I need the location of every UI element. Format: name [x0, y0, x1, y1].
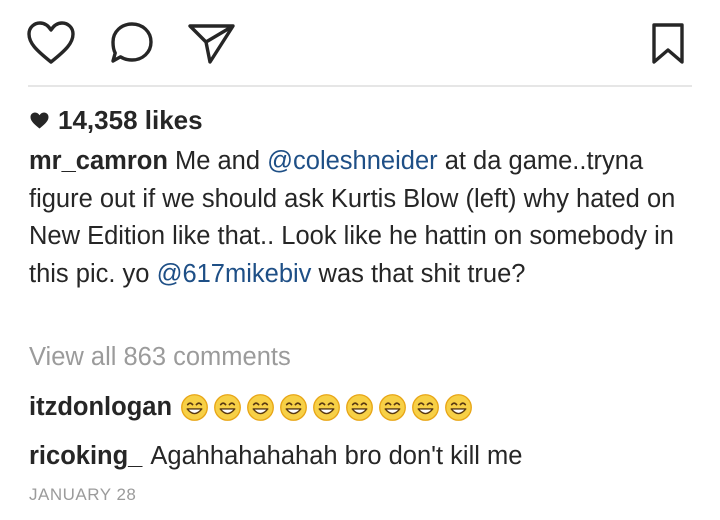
comment-username[interactable]: ricoking_ [29, 439, 142, 473]
grinning-face-emoji-icon [214, 393, 241, 421]
like-button[interactable] [26, 20, 76, 66]
grinning-face-emoji-icon [247, 393, 274, 421]
section-divider [28, 85, 692, 87]
heart-outline-icon [27, 21, 75, 64]
grinning-face-emoji-icon [346, 393, 373, 421]
post-caption: mr_camron Me and @coleshneider at da gam… [29, 143, 699, 293]
comment-button[interactable] [108, 20, 156, 66]
likes-count[interactable]: 14,358 likes [30, 100, 203, 140]
comment-emoji-row [180, 393, 477, 422]
share-button[interactable] [186, 20, 238, 66]
heart-filled-icon [30, 112, 49, 128]
caption-username[interactable]: mr_camron [29, 147, 168, 175]
grinning-face-emoji-icon [412, 393, 439, 421]
mention-link[interactable]: @617mikebiv [157, 260, 312, 288]
grinning-face-emoji-icon [445, 393, 472, 421]
bookmark-icon [652, 23, 684, 64]
post-date: JANUARY 28 [29, 485, 137, 504]
comment-item: ricoking_ Agahhahahahah bro don't kill m… [29, 439, 522, 473]
grinning-face-emoji-icon [181, 393, 208, 421]
likes-label: 14,358 likes [58, 104, 203, 135]
caption-text: was that shit true? [311, 259, 526, 288]
comment-item: itzdonlogan [29, 390, 477, 424]
grinning-face-emoji-icon [313, 393, 340, 421]
comment-username[interactable]: itzdonlogan [29, 390, 172, 424]
caption-text: Me and [167, 147, 268, 175]
grinning-face-emoji-icon [379, 393, 406, 421]
mention-link[interactable]: @coleshneider [267, 147, 437, 175]
save-button[interactable] [650, 22, 686, 66]
comment-bubble-icon [111, 22, 153, 63]
view-all-comments-link[interactable]: View all 863 comments [29, 340, 291, 374]
post-action-bar [0, 0, 720, 84]
paper-plane-icon [188, 24, 235, 64]
grinning-face-emoji-icon [280, 393, 307, 421]
comment-text: Agahhahahahah bro don't kill me [150, 442, 523, 470]
